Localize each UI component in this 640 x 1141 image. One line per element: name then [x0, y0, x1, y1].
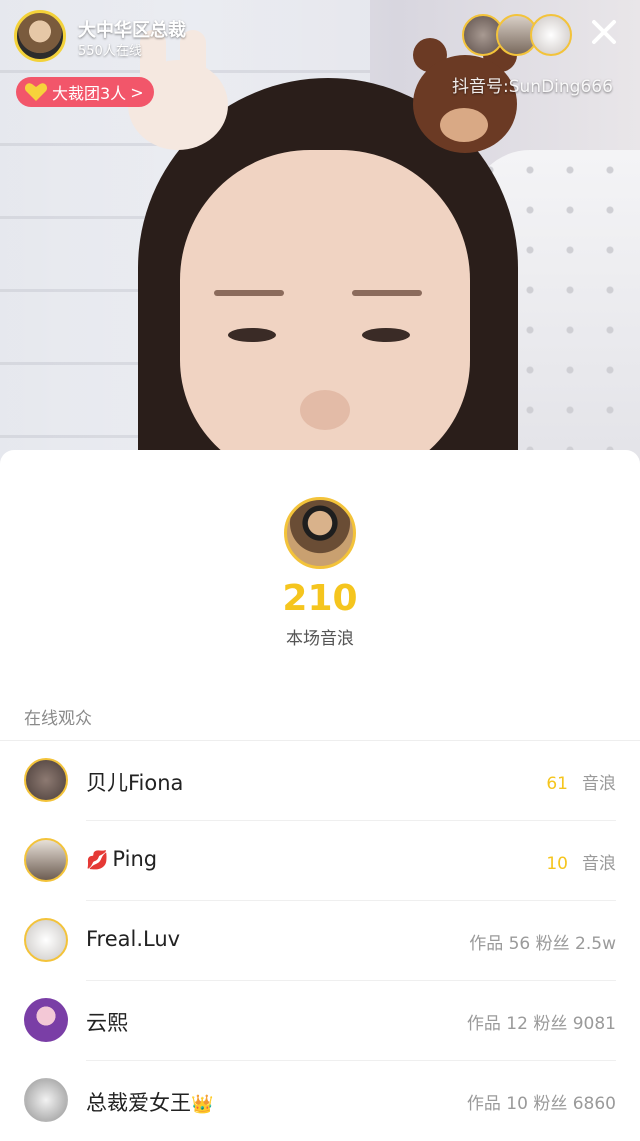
viewer-name-wrap: 总裁爱女王👑: [86, 1087, 213, 1117]
viewer-avatar[interactable]: [24, 838, 68, 882]
viewer-name-wrap: 💋 Ping: [86, 847, 157, 871]
viewer-stats: 作品 12 粉丝 9081: [466, 1014, 616, 1034]
golden-heart-icon: [24, 83, 48, 101]
viewer-stats: 作品 56 粉丝 2.5w: [469, 934, 616, 954]
bear-muzzle: [440, 108, 488, 142]
chevron-right-icon: >: [130, 82, 144, 102]
viewer-avatar[interactable]: [24, 1078, 68, 1122]
host-info[interactable]: 大中华区总裁 550人在线: [14, 10, 194, 66]
douyin-id-watermark: 抖音号:SunDing666: [452, 77, 613, 97]
gift-unit: 音浪: [582, 854, 616, 874]
viewer-name: 总裁爱女王: [86, 1091, 191, 1115]
gift-amount: 61: [546, 774, 568, 794]
viewer-avatar[interactable]: [24, 998, 68, 1042]
fan-club-label: 大裁团3人: [52, 84, 127, 103]
viewer-name: 云熙: [86, 1011, 128, 1035]
left-brow: [214, 290, 284, 296]
viewer-row[interactable]: 贝儿Fiona 61 音浪: [0, 741, 640, 821]
gift-amount: 10: [546, 854, 568, 874]
viewer-gift: 10 音浪: [546, 849, 616, 874]
online-audience-title: 在线观众: [24, 709, 92, 729]
live-video[interactable]: [0, 0, 640, 470]
viewer-avatar[interactable]: [24, 758, 68, 802]
viewer-row[interactable]: 总裁爱女王👑 作品 10 粉丝 6860: [0, 1061, 640, 1141]
top-viewer-avatar[interactable]: [530, 14, 572, 56]
online-count: 550人在线: [78, 44, 142, 59]
viewer-list: 贝儿Fiona 61 音浪 💋 Ping 10 音浪 Freal.Luv 作品 56 …: [0, 741, 640, 1141]
top-viewers[interactable]: [462, 14, 572, 58]
viewer-row[interactable]: 💋 Ping 10 音浪: [0, 821, 640, 901]
viewer-name: Freal.Luv: [86, 927, 181, 951]
right-eye: [362, 328, 410, 342]
host-avatar-large[interactable]: [284, 497, 356, 569]
fan-club-badge[interactable]: 大裁团3人 >: [16, 77, 154, 107]
viewer-name: 贝儿Fiona: [86, 771, 184, 795]
score-label: 本场音浪: [286, 629, 354, 649]
host-name: 大中华区总裁: [78, 20, 186, 41]
host-avatar[interactable]: [14, 10, 66, 62]
score-value: 210: [282, 578, 358, 619]
viewer-row[interactable]: Freal.Luv 作品 56 粉丝 2.5w: [0, 901, 640, 981]
viewer-gift: 61 音浪: [546, 769, 616, 794]
gift-unit: 音浪: [582, 774, 616, 794]
right-brow: [352, 290, 422, 296]
viewer-avatar[interactable]: [24, 918, 68, 962]
left-eye: [228, 328, 276, 342]
nose: [300, 390, 350, 430]
lips-icon: 💋: [86, 850, 109, 871]
viewer-row[interactable]: 云熙 作品 12 粉丝 9081: [0, 981, 640, 1061]
close-icon[interactable]: [584, 12, 624, 52]
viewer-name: Ping: [112, 847, 158, 871]
viewer-stats: 作品 10 粉丝 6860: [466, 1094, 616, 1114]
